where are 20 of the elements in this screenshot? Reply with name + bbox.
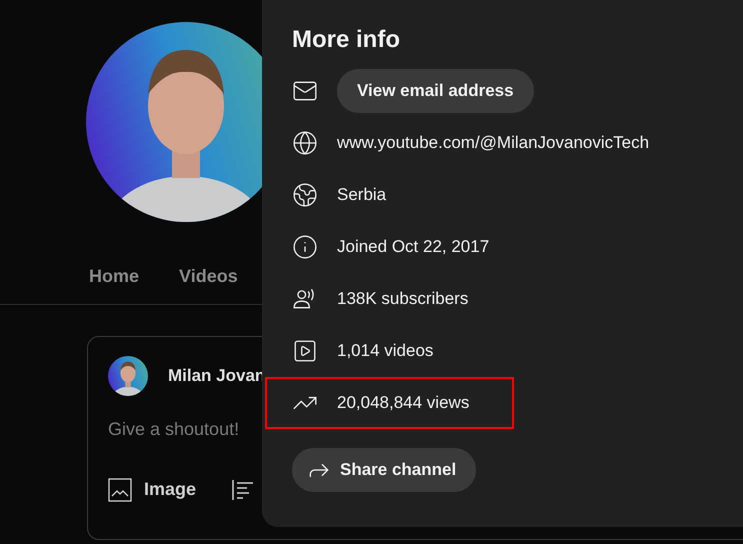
image-button[interactable]: Image [108,476,196,503]
channel-link[interactable]: www.youtube.com/@MilanJovanovicTech [337,130,650,156]
globe-icon [292,130,318,156]
dialog-title: More info [292,25,401,55]
info-text: 1,014 videos [337,340,434,362]
info-text: 138K subscribers [337,288,468,310]
tab[interactable]: Home [89,262,140,290]
share-channel-button[interactable]: Share channel [292,448,476,492]
post-field[interactable]: Give a shoutout! [108,416,258,443]
info-text: Serbia [337,184,386,206]
info-text: Joined Oct 22, 2017 [337,236,490,258]
info-icon [292,234,318,260]
globe-icon [292,182,318,208]
avatar [108,356,148,396]
list-icon[interactable] [231,478,256,502]
view-email-button[interactable]: View email address [337,69,534,113]
image-icon [108,478,132,502]
info-text: 20,048,844 views [337,392,470,414]
tab[interactable]: Videos [179,262,238,290]
play-icon [292,338,318,364]
